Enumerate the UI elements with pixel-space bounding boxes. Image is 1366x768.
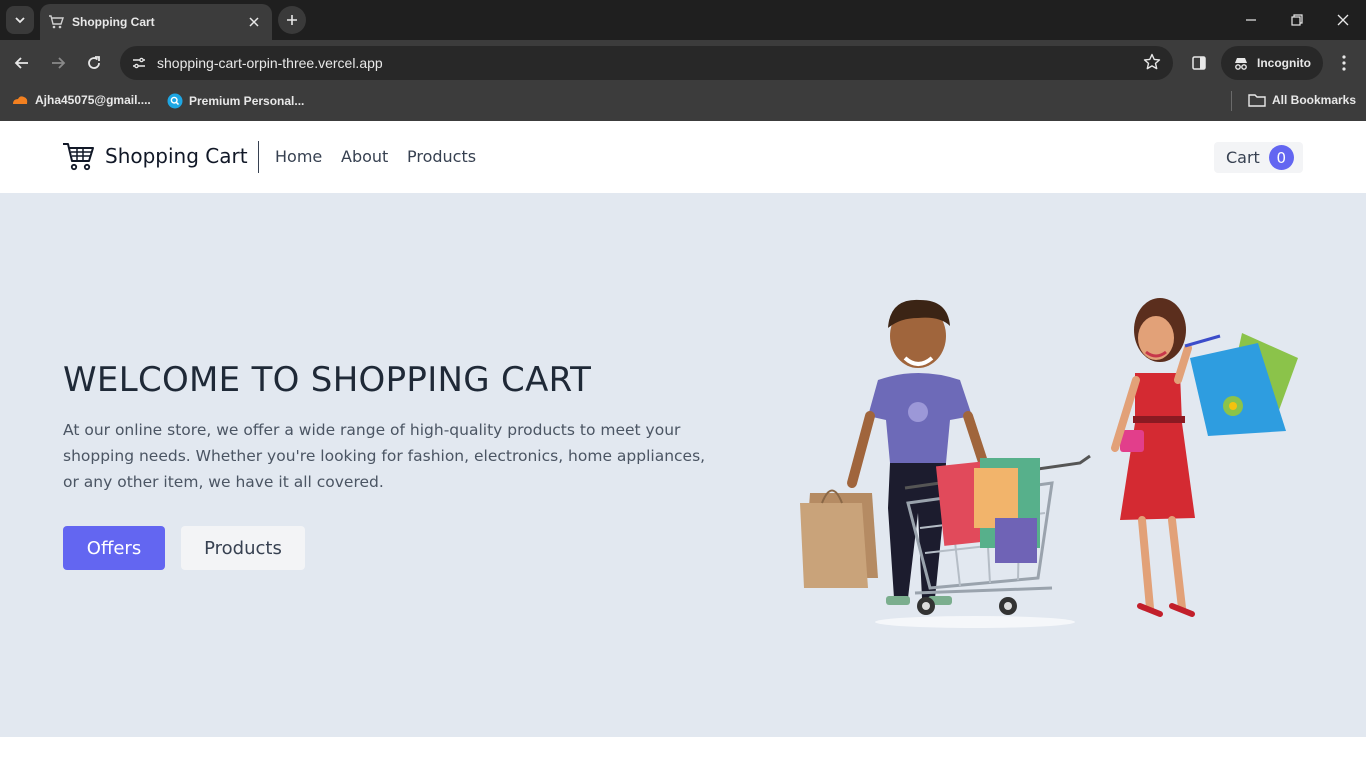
site-info-button[interactable] <box>126 50 152 76</box>
back-button[interactable] <box>7 48 37 78</box>
folder-icon <box>1248 94 1266 107</box>
all-bookmarks-button[interactable]: All Bookmarks <box>1248 93 1356 107</box>
tab-close-button[interactable] <box>244 12 264 32</box>
browser-menu-button[interactable] <box>1329 48 1359 78</box>
brand-name: Shopping Cart <box>105 144 248 168</box>
hero-title: WELCOME TO SHOPPING CART <box>63 360 592 400</box>
bookmark-item-1[interactable]: Ajha45075@gmail.... <box>11 93 151 107</box>
star-icon <box>1143 53 1161 70</box>
incognito-indicator[interactable]: Incognito <box>1221 46 1323 80</box>
shoppers-illustration <box>800 298 1298 628</box>
hero-description: At our online store, we offer a wide ran… <box>63 421 706 491</box>
close-icon <box>249 17 259 27</box>
cloudflare-icon <box>13 96 28 104</box>
nav-link-about[interactable]: About <box>341 147 388 166</box>
bookmarks-divider <box>1231 91 1232 111</box>
brand-logo[interactable]: Shopping Cart <box>62 141 248 171</box>
tab-search-button[interactable] <box>6 6 34 34</box>
minimize-icon <box>1246 19 1256 21</box>
cart-button[interactable]: Cart 0 <box>1214 142 1303 173</box>
reload-button[interactable] <box>79 48 109 78</box>
nav-link-products[interactable]: Products <box>407 147 476 166</box>
offers-button[interactable]: Offers <box>63 526 165 570</box>
new-tab-button[interactable] <box>278 6 306 34</box>
page-bottom-area <box>0 737 1366 768</box>
site-navbar: Shopping Cart Home About Products Cart 0 <box>0 121 1366 193</box>
window-close-icon <box>1337 14 1349 26</box>
window-close-button[interactable] <box>1320 0 1366 40</box>
nav-link-home[interactable]: Home <box>275 147 322 166</box>
incognito-icon <box>1235 58 1247 70</box>
cart-label: Cart <box>1226 148 1260 167</box>
reload-icon <box>88 56 100 69</box>
incognito-label: Incognito <box>1257 56 1311 70</box>
side-panel-button[interactable] <box>1184 48 1214 78</box>
bookmark-star-button[interactable] <box>1143 53 1161 75</box>
bookmarks-bar: Ajha45075@gmail.... Premium Personal... … <box>0 85 1366 121</box>
address-bar[interactable]: shopping-cart-orpin-three.vercel.app <box>120 46 1173 80</box>
browser-toolbar: shopping-cart-orpin-three.vercel.app Inc… <box>0 40 1366 85</box>
all-bookmarks-label: All Bookmarks <box>1272 93 1357 107</box>
tab-title: Shopping Cart <box>72 15 155 29</box>
bookmark-label: Premium Personal... <box>189 94 305 108</box>
minimize-button[interactable] <box>1228 0 1274 40</box>
bookmark-item-2[interactable]: Premium Personal... <box>167 93 304 109</box>
browser-tab[interactable]: Shopping Cart <box>40 4 272 40</box>
back-icon <box>14 57 28 69</box>
forward-icon <box>52 57 66 69</box>
tab-strip: Shopping Cart <box>0 0 1366 40</box>
url-text[interactable]: shopping-cart-orpin-three.vercel.app <box>157 55 383 71</box>
sidepanel-icon <box>1192 56 1206 70</box>
bookmark-label: Ajha45075@gmail.... <box>35 93 151 107</box>
chevron-down-icon <box>15 17 25 24</box>
hero-section: WELCOME TO SHOPPING CART At our online s… <box>0 193 1366 737</box>
restore-icon <box>1291 14 1303 26</box>
shopping-cart-logo-icon <box>63 143 94 171</box>
products-button[interactable]: Products <box>181 526 305 570</box>
cart-count-badge: 0 <box>1268 145 1294 170</box>
nav-divider <box>258 141 259 173</box>
site-info-icon <box>133 57 145 69</box>
plus-icon <box>287 15 297 25</box>
search-badge-icon <box>167 93 183 109</box>
forward-button[interactable] <box>43 48 73 78</box>
restore-button[interactable] <box>1274 0 1320 40</box>
menu-icon <box>1342 55 1346 71</box>
cart-favicon-icon <box>49 15 64 29</box>
